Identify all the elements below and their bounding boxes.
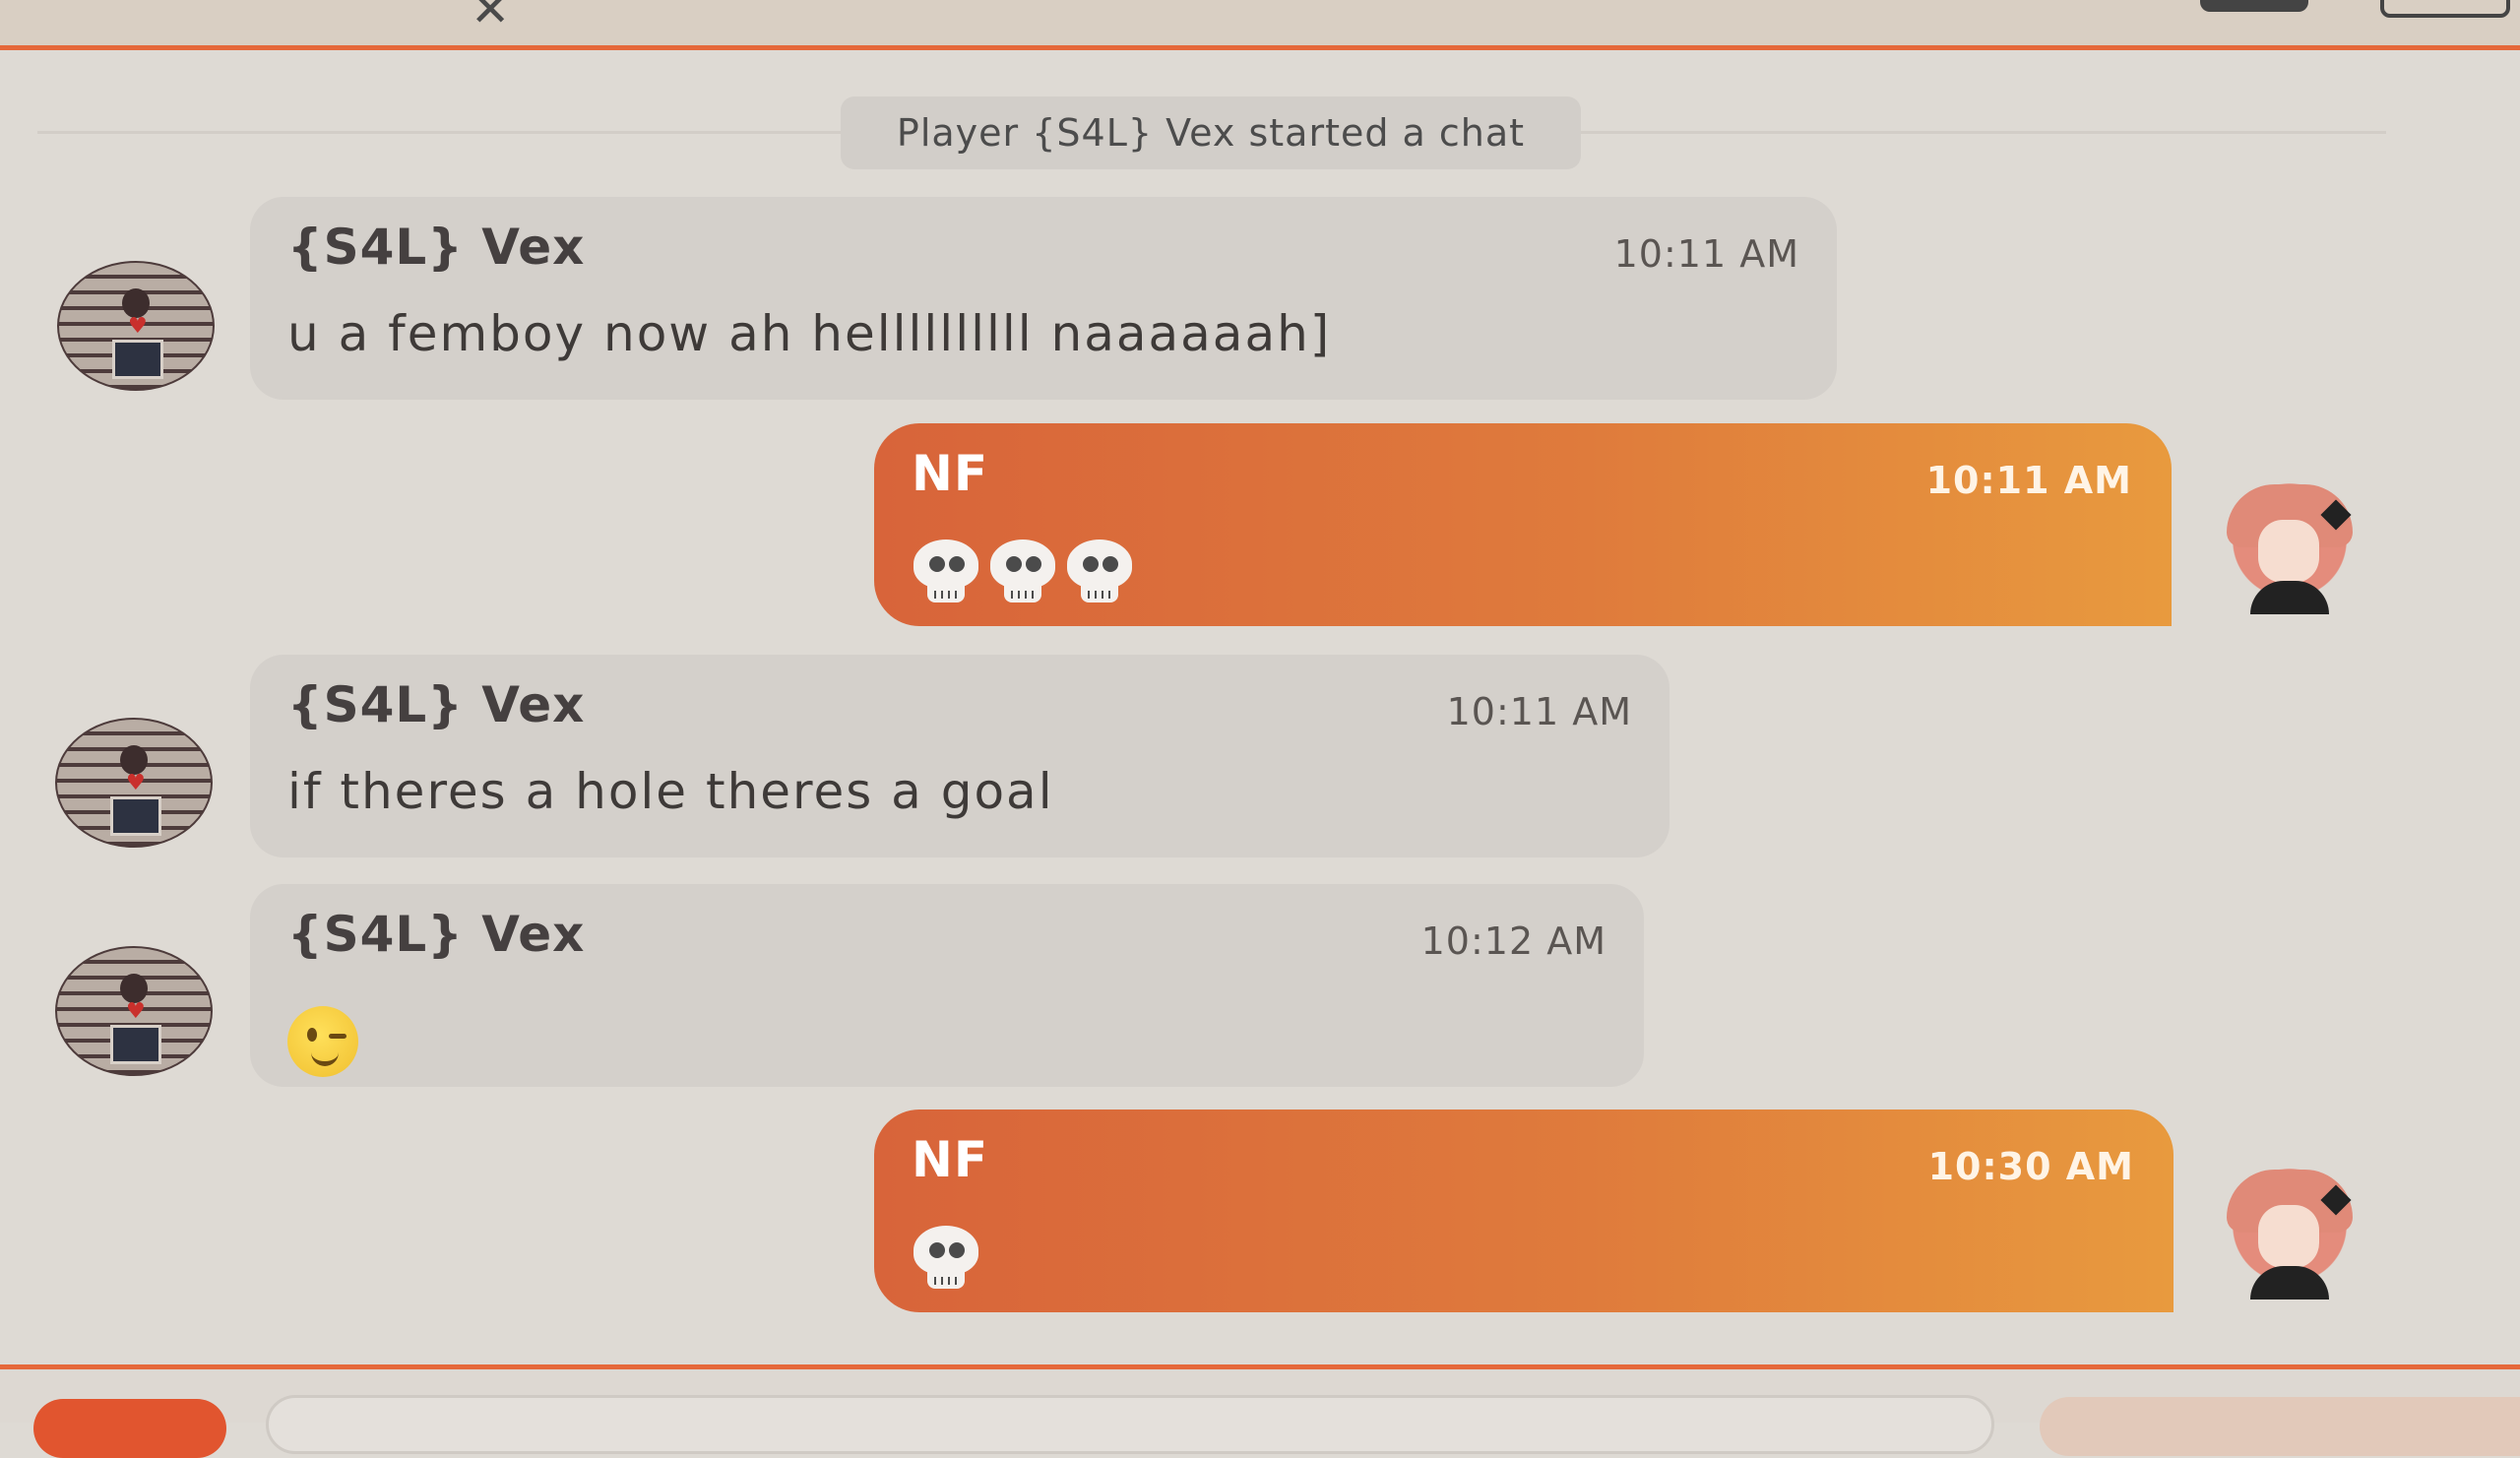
message-time: 10:11 AM <box>1613 232 1799 276</box>
avatar[interactable]: ♥ <box>57 261 215 391</box>
sender-name: {S4L} Vex <box>287 906 586 963</box>
emoji-row <box>912 1226 980 1289</box>
message-time: 10:12 AM <box>1420 919 1606 963</box>
avatar[interactable]: ♥ <box>55 718 213 848</box>
skull-icon <box>912 539 980 602</box>
message-text: if theres a hole theres a goal <box>287 763 1054 820</box>
sender-name: NF <box>912 445 989 502</box>
sender-name: {S4L} Vex <box>287 676 586 733</box>
message-bubble-outgoing: NF 10:11 AM <box>874 423 2172 626</box>
profile-icon[interactable] <box>2200 0 2308 12</box>
message-input[interactable] <box>266 1395 1994 1454</box>
message-bubble-outgoing: NF 10:30 AM <box>874 1109 2174 1312</box>
skull-icon <box>1065 539 1134 602</box>
top-bar: ✕ <box>0 0 2520 50</box>
chat-area[interactable]: Player {S4L} Vex started a chat ♥ {S4L} … <box>0 50 2520 1364</box>
message-time: 10:30 AM <box>1927 1145 2134 1188</box>
menu-button[interactable] <box>2380 0 2510 18</box>
message-time: 10:11 AM <box>1446 690 1632 733</box>
skull-icon <box>912 1226 980 1289</box>
avatar[interactable]: ♥ <box>55 946 213 1076</box>
emoji-row <box>912 539 1134 602</box>
avatar[interactable] <box>2221 1164 2359 1301</box>
send-button[interactable] <box>2040 1397 2520 1456</box>
close-icon[interactable]: ✕ <box>471 0 510 37</box>
skull-icon <box>988 539 1057 602</box>
winking-face-icon <box>287 1006 358 1077</box>
message-bubble-incoming: {S4L} Vex 10:11 AM u a femboy now ah hel… <box>250 197 1837 400</box>
system-notice: Player {S4L} Vex started a chat <box>841 96 1581 169</box>
message-text: u a femboy now ah hellllllllll naaaaaah] <box>287 305 1332 362</box>
message-time: 10:11 AM <box>1925 459 2132 502</box>
sender-name: {S4L} Vex <box>287 219 586 276</box>
message-bubble-incoming: {S4L} Vex 10:11 AM if theres a hole ther… <box>250 655 1670 857</box>
avatar[interactable] <box>2221 478 2359 616</box>
message-bubble-incoming: {S4L} Vex 10:12 AM <box>250 884 1644 1087</box>
attach-button[interactable] <box>33 1399 226 1458</box>
sender-name: NF <box>912 1131 989 1188</box>
composer-bar <box>0 1364 2520 1458</box>
